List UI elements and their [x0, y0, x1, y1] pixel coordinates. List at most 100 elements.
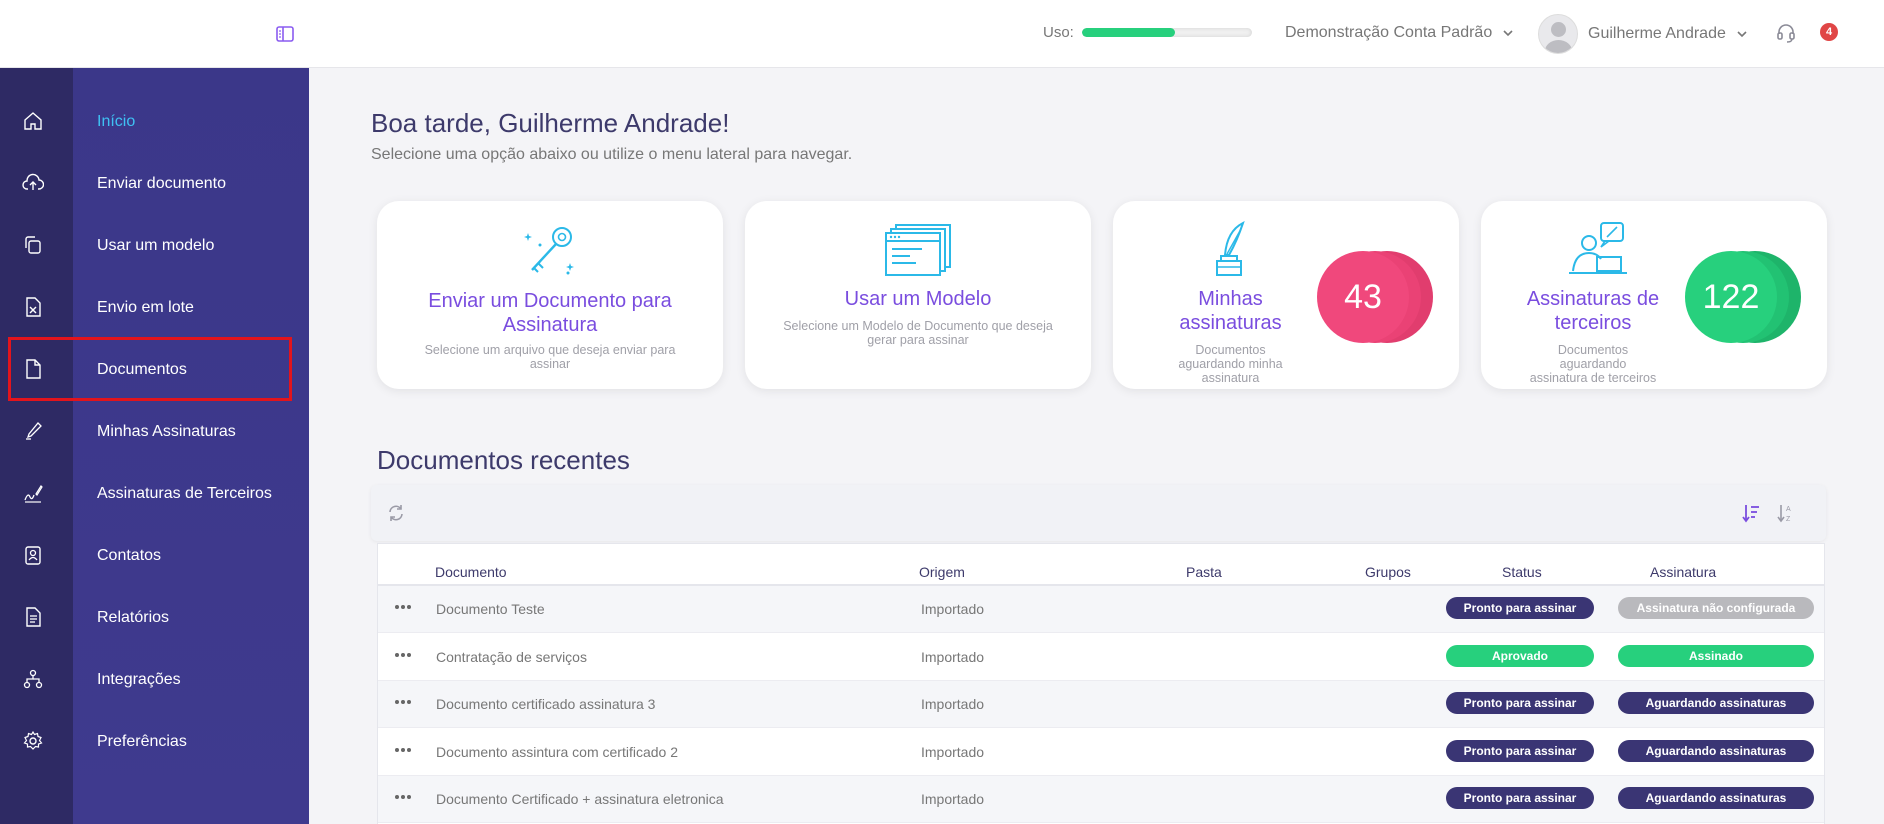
count-bubble: 43 — [1317, 251, 1447, 343]
my-signatures-count: 43 — [1317, 251, 1409, 343]
page-subtitle: Selecione uma opção abaixo ou utilize o … — [371, 146, 853, 163]
sidebar-item-inicio[interactable]: Início — [97, 112, 135, 132]
spreadsheet-icon[interactable] — [22, 296, 44, 318]
card-my-signatures[interactable]: Minhas assinaturas Documentos aguardando… — [1113, 201, 1459, 389]
page-title: Boa tarde, Guilherme Andrade! — [371, 108, 730, 138]
cell-documento[interactable]: Documento assintura com certificado 2 — [436, 744, 678, 760]
sort-alpha-icon[interactable]: A Z — [1776, 502, 1796, 524]
svg-text:Z: Z — [1786, 516, 1791, 523]
sidebar-toggle-icon[interactable] — [275, 24, 295, 44]
sidebar-item-integracoes[interactable]: Integrações — [97, 670, 181, 690]
cell-documento[interactable]: Documento Teste — [436, 601, 545, 617]
gear-icon[interactable] — [22, 730, 44, 752]
card-title: Assinaturas de terceiros — [1526, 288, 1660, 334]
user-name: Guilherme Andrade — [1588, 25, 1726, 42]
sidebar-item-minhas-assinaturas[interactable]: Minhas Assinaturas — [97, 422, 236, 442]
count-bubble: 122 — [1685, 251, 1815, 343]
more-options-icon[interactable] — [394, 793, 412, 801]
cell-origem: Importado — [921, 648, 985, 665]
headset-icon[interactable] — [1775, 22, 1797, 44]
svg-text:A: A — [1786, 506, 1791, 513]
card-description: Selecione um arquivo que deseja enviar p… — [424, 343, 676, 371]
sidebar-menu: Início Enviar documento Usar um modelo E… — [73, 68, 309, 824]
account-name: Demonstração Conta Padrão — [1285, 24, 1493, 41]
column-header-documento[interactable]: Documento — [435, 564, 507, 580]
avatar — [1538, 14, 1578, 54]
cell-origem: Importado — [921, 791, 985, 807]
table-row[interactable]: Documento Certificado + assinatura eletr… — [378, 776, 1824, 823]
third-party-count: 122 — [1685, 251, 1777, 343]
account-selector[interactable]: Demonstração Conta Padrão — [1285, 24, 1514, 42]
key-icon — [524, 227, 574, 275]
highlight-annotation — [8, 337, 292, 401]
card-title: Minhas assinaturas — [1179, 288, 1282, 334]
copy-template-icon[interactable] — [22, 234, 44, 256]
section-title: Documentos recentes — [377, 445, 630, 475]
signature-badge: Assinatura não configurada — [1618, 597, 1814, 619]
status-badge: Aprovado — [1446, 644, 1594, 667]
card-title: Usar um Modelo — [844, 288, 992, 310]
user-menu[interactable]: Guilherme Andrade — [1538, 14, 1748, 54]
cell-documento[interactable]: Documento certificado assinatura 3 — [436, 696, 655, 712]
cell-origem: Importado — [921, 696, 985, 712]
signature-badge: Aguardando assinaturas — [1618, 739, 1814, 762]
sidebar-item-assinaturas-terceiros[interactable]: Assinaturas de Terceiros — [97, 484, 272, 504]
card-description: Selecione um Modelo de Documento que des… — [783, 319, 1053, 347]
card-third-party-signatures[interactable]: Assinaturas de terceiros Documentos agua… — [1481, 201, 1827, 389]
column-header-status[interactable]: Status — [1502, 564, 1542, 580]
status-badge: Pronto para assinar — [1446, 739, 1594, 762]
more-options-icon[interactable] — [394, 603, 412, 611]
quill-ink-icon — [1216, 221, 1245, 276]
network-icon[interactable] — [22, 668, 44, 690]
sidebar-item-contatos[interactable]: Contatos — [97, 546, 161, 566]
card-send-document[interactable]: Enviar um Documento para Assinatura Sele… — [377, 201, 723, 389]
refresh-icon[interactable] — [387, 504, 405, 522]
pen-icon[interactable] — [22, 420, 44, 442]
report-icon[interactable] — [22, 606, 44, 628]
top-header: Uso: Demonstração Conta Padrão Guilherme… — [0, 0, 1884, 68]
template-pages-icon — [885, 224, 951, 276]
cell-documento[interactable]: Contratação de serviços — [436, 649, 587, 665]
card-use-template[interactable]: Usar um Modelo Selecione um Modelo de Do… — [745, 201, 1091, 389]
sidebar-item-relatorios[interactable]: Relatórios — [97, 608, 169, 628]
signature-icon[interactable] — [22, 482, 44, 504]
status-badge: Pronto para assinar — [1446, 787, 1594, 809]
home-icon[interactable] — [22, 110, 44, 132]
documents-table: Documento Origem Pasta Grupos Status Ass… — [377, 543, 1825, 824]
status-badge: Pronto para assinar — [1446, 692, 1594, 714]
sidebar-item-usar-modelo[interactable]: Usar um modelo — [97, 236, 214, 256]
table-toolbar: A Z — [371, 485, 1826, 541]
cell-origem: Importado — [921, 601, 985, 617]
usage-bar — [1081, 28, 1252, 37]
signature-badge: Aguardando assinaturas — [1618, 692, 1814, 714]
chevron-down-icon — [1737, 31, 1747, 38]
sidebar-item-preferencias[interactable]: Preferências — [97, 732, 187, 752]
signature-badge: Aguardando assinaturas — [1618, 787, 1814, 809]
more-options-icon[interactable] — [394, 651, 412, 659]
person-laptop-icon — [1569, 222, 1627, 274]
table-row[interactable]: Documento Teste Importado Pronto para assi… — [378, 586, 1824, 633]
sort-descending-icon[interactable] — [1741, 502, 1761, 524]
column-header-pasta[interactable]: Pasta — [1186, 564, 1222, 580]
sidebar-item-enviar-documento[interactable]: Enviar documento — [97, 174, 226, 194]
column-header-grupos[interactable]: Grupos — [1365, 564, 1411, 580]
signature-badge: Assinado — [1618, 644, 1814, 667]
table-row[interactable]: Documento assintura com certificado 2 Imp… — [378, 729, 1824, 776]
cell-documento[interactable]: Documento Certificado + assinatura eletr… — [436, 791, 724, 807]
notification-badge[interactable]: 4 — [1820, 23, 1838, 41]
cloud-upload-icon[interactable] — [22, 172, 44, 194]
table-row[interactable]: Documento certificado assinatura 3 Import… — [378, 681, 1824, 728]
usage-label: Uso: — [1043, 24, 1074, 41]
card-description: Documentos aguardando minha assinatura — [1178, 343, 1283, 385]
contact-icon[interactable] — [22, 544, 44, 566]
column-header-origem[interactable]: Origem — [919, 564, 965, 580]
usage-meter: Uso: — [1043, 24, 1252, 41]
more-options-icon[interactable] — [394, 746, 412, 754]
card-title: Enviar um Documento para Assinatura — [428, 290, 672, 336]
table-row[interactable]: Contratação de serviços Importado Aprovado… — [378, 634, 1824, 681]
usage-bar-fill — [1081, 28, 1176, 37]
column-header-assinatura[interactable]: Assinatura — [1650, 564, 1716, 580]
cell-origem: Importado — [921, 743, 985, 760]
more-options-icon[interactable] — [394, 698, 412, 706]
sidebar-item-envio-lote[interactable]: Envio em lote — [97, 298, 194, 318]
